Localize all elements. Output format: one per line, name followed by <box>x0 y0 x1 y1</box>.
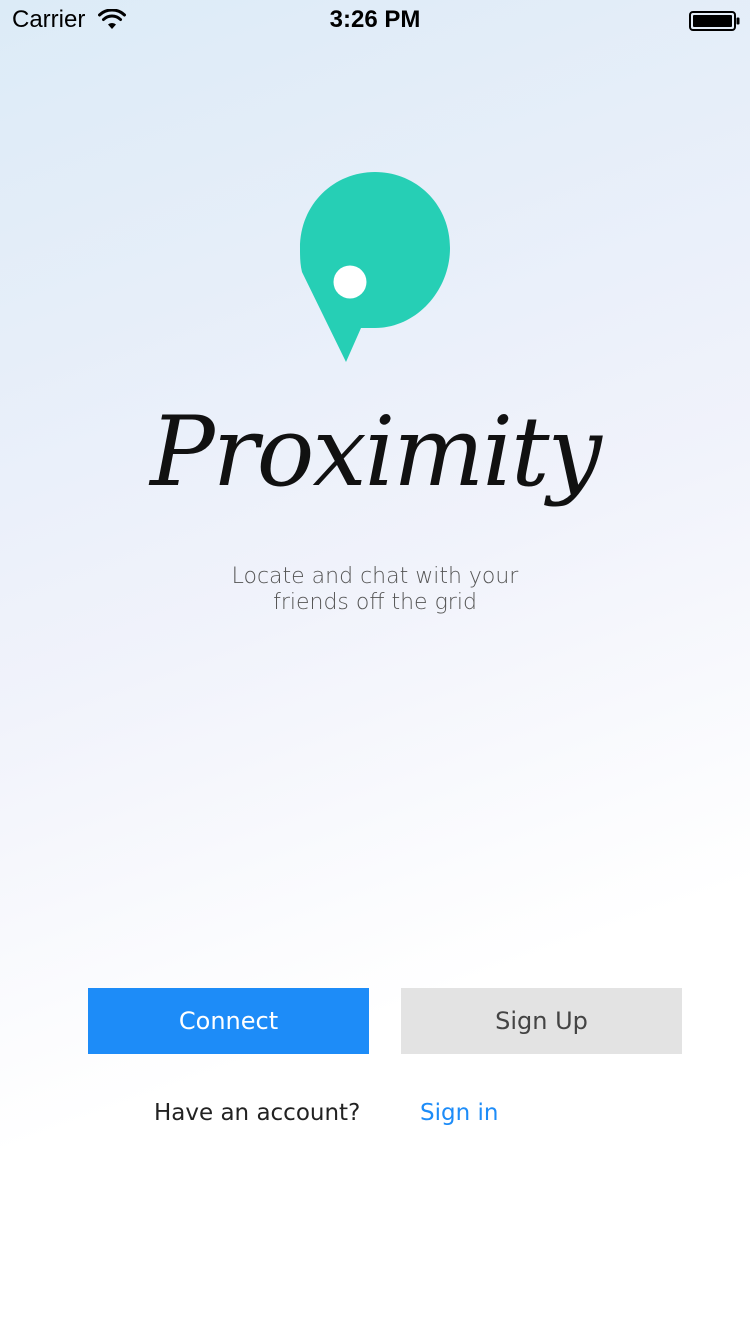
account-prompt-row: Have an account? Sign in <box>0 1100 750 1134</box>
have-account-label: Have an account? <box>154 1100 361 1126</box>
status-time: 3:26 PM <box>329 6 421 33</box>
sign-in-link[interactable]: Sign in <box>420 1100 498 1126</box>
map-pin-chat-bubble-icon <box>300 172 450 362</box>
tagline-line-1: Locate and chat with your <box>231 564 519 589</box>
app-name: Proximity <box>150 396 602 508</box>
tagline: Locate and chat with your friends off th… <box>0 564 750 616</box>
connect-button[interactable]: Connect <box>88 988 369 1054</box>
tagline-line-2: friends off the grid <box>273 590 477 615</box>
status-bar: Carrier 3:26 PM <box>0 0 750 40</box>
battery-icon <box>689 11 740 31</box>
sign-up-button[interactable]: Sign Up <box>401 988 682 1054</box>
